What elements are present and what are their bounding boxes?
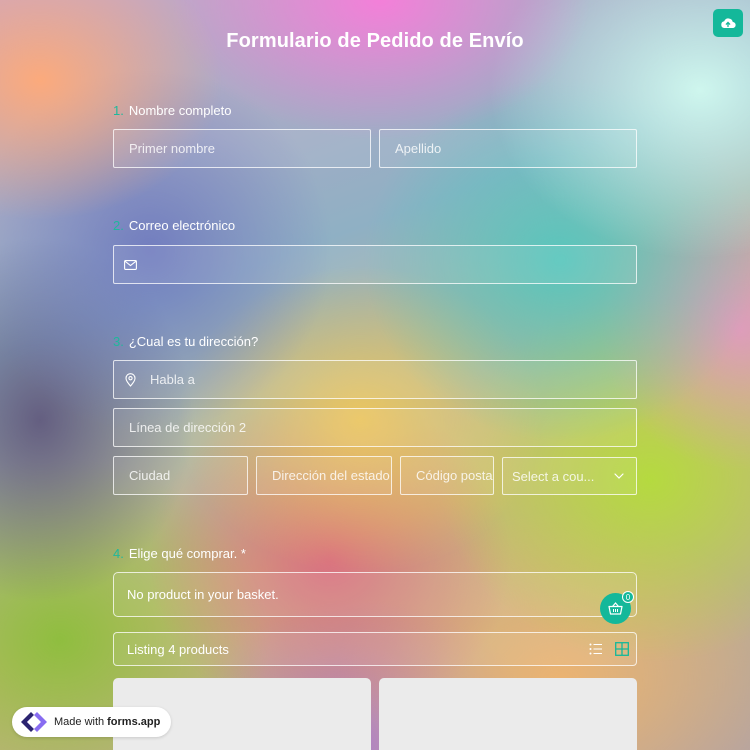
question-number: 4. [113, 546, 124, 561]
question-products: 4. Elige qué comprar. * [113, 546, 637, 561]
envelope-icon [124, 259, 137, 270]
country-selected-value: Select a cou... [512, 468, 595, 484]
question-number: 1. [113, 103, 124, 118]
state-input[interactable]: Dirección del estado [256, 456, 392, 495]
basket-count-badge: 0 [622, 591, 634, 603]
question-number: 3. [113, 334, 124, 349]
postal-code-input[interactable]: Código postal [400, 456, 494, 495]
address-line-1-input[interactable]: Habla a [113, 360, 637, 399]
city-input[interactable]: Ciudad [113, 456, 248, 495]
question-email: 2. Correo electrónico [113, 218, 637, 233]
question-number: 2. [113, 218, 124, 233]
state-placeholder: Dirección del estado [272, 468, 390, 483]
listing-count-text: Listing 4 products [127, 642, 229, 657]
forms-app-logo [20, 711, 48, 733]
cloud-upload-icon [720, 17, 736, 29]
made-with-badge[interactable]: Made with forms.app [12, 707, 171, 737]
address-line-1-placeholder: Habla a [150, 372, 195, 387]
last-name-input[interactable]: Apellido [379, 129, 637, 168]
product-card[interactable] [379, 678, 637, 750]
basket-empty-text: No product in your basket. [127, 587, 279, 602]
question-full-name: 1. Nombre completo [113, 103, 637, 118]
badge-prefix: Made with [54, 716, 105, 728]
question-address: 3. ¿Cual es tu dirección? [113, 334, 637, 349]
basket-icon [608, 602, 623, 615]
first-name-placeholder: Primer nombre [129, 141, 215, 156]
basket-summary: No product in your basket. [113, 572, 637, 617]
city-placeholder: Ciudad [129, 468, 171, 483]
map-pin-icon [125, 372, 136, 387]
email-field[interactable] [113, 245, 637, 284]
question-label: ¿Cual es tu dirección? [128, 334, 259, 349]
postal-code-placeholder: Código postal [416, 468, 494, 483]
country-select[interactable]: Select a cou... [502, 457, 637, 495]
required-marker: * [240, 546, 246, 561]
badge-brand: forms.app [107, 716, 161, 728]
question-label: Elige qué comprar. * [128, 546, 246, 561]
chevron-down-icon [614, 473, 624, 479]
question-label: Correo electrónico [128, 218, 236, 233]
list-view-icon[interactable] [589, 642, 603, 656]
upload-button[interactable] [713, 9, 743, 37]
address-line-2-input[interactable]: Línea de dirección 2 [113, 408, 637, 447]
question-label: Nombre completo [128, 103, 232, 118]
address-line-2-placeholder: Línea de dirección 2 [129, 420, 247, 435]
form-title: Formulario de Pedido de Envío [226, 30, 524, 52]
last-name-placeholder: Apellido [395, 141, 442, 156]
grid-view-icon[interactable] [615, 642, 629, 656]
product-listing-bar: Listing 4 products [113, 632, 637, 666]
first-name-input[interactable]: Primer nombre [113, 129, 371, 168]
